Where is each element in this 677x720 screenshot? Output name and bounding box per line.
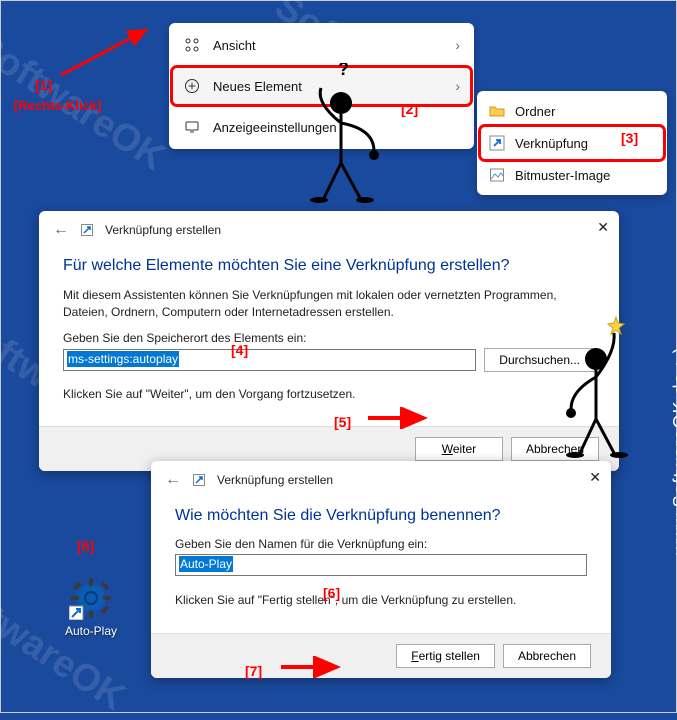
submenu-item-label: Ordner	[515, 104, 555, 119]
close-button[interactable]: ✕	[589, 469, 601, 486]
chevron-right-icon: ›	[455, 78, 460, 94]
location-input[interactable]: ms-settings:autoplay	[63, 349, 476, 371]
dialog-footer: Fertig stellen Abbrechen	[151, 633, 611, 678]
cancel-button[interactable]: Abbrechen	[503, 644, 591, 668]
next-button[interactable]: Weiter	[415, 437, 503, 461]
dialog-title: Verknüpfung erstellen	[217, 473, 333, 487]
shortcut-small-icon	[193, 474, 205, 486]
submenu-item-label: Verknüpfung	[515, 136, 588, 151]
dialog-hint: Klicken Sie auf "Weiter", um den Vorgang…	[63, 386, 595, 403]
location-label: Geben Sie den Speicherort des Elements e…	[63, 331, 595, 345]
dialog-titlebar: ← Verknüpfung erstellen	[39, 211, 619, 243]
anno-1: [1]	[35, 77, 52, 93]
settings-gear-icon	[69, 576, 113, 620]
view-icon	[183, 36, 201, 54]
chevron-right-icon: ›	[455, 37, 460, 53]
submenu-item-shortcut[interactable]: Verknüpfung	[481, 127, 663, 159]
menu-item-label: Ansicht	[213, 38, 256, 53]
anno-1b: [Rechts-Klick]	[14, 98, 101, 113]
separator	[177, 106, 466, 107]
source-label: www.SoftwareOK.de :-)	[670, 346, 677, 554]
anno-8: [8]	[77, 538, 94, 554]
dialog-desc: Mit diesem Assistenten können Sie Verknü…	[63, 287, 595, 321]
browse-button[interactable]: Durchsuchen...	[484, 348, 595, 372]
context-submenu-new: Ordner Verknüpfung Bitmuster-Image	[477, 91, 667, 195]
shortcut-small-icon	[81, 224, 93, 236]
dialog-titlebar: ← Verknüpfung erstellen	[151, 461, 611, 493]
dialog-heading: Wie möchten Sie die Verknüpfung benennen…	[175, 507, 587, 525]
name-input[interactable]: Auto-Play	[175, 554, 587, 576]
back-button[interactable]: ←	[53, 221, 69, 239]
name-label: Geben Sie den Namen für die Verknüpfung …	[175, 537, 587, 551]
folder-icon	[489, 103, 505, 119]
dialog-hint: Klicken Sie auf "Fertig stellen", um die…	[175, 592, 587, 609]
menu-item-label: Neues Element	[213, 79, 302, 94]
dialog-heading: Für welche Elemente möchten Sie eine Ver…	[63, 257, 595, 275]
cancel-button[interactable]: Abbrechen	[511, 437, 599, 461]
menu-item-view[interactable]: Ansicht ›	[173, 27, 470, 63]
desktop-icon-label: Auto-Play	[61, 624, 121, 638]
create-shortcut-dialog-name: ✕ ← Verknüpfung erstellen Wie möchten Si…	[151, 461, 611, 678]
image-icon	[489, 167, 505, 183]
arrow-1	[51, 25, 161, 85]
close-button[interactable]: ✕	[597, 219, 609, 236]
menu-item-new[interactable]: Neues Element ›	[173, 68, 470, 104]
separator	[177, 65, 466, 66]
shortcut-icon	[489, 135, 505, 151]
create-shortcut-dialog-location: ✕ ← Verknüpfung erstellen Für welche Ele…	[39, 211, 619, 471]
menu-item-display[interactable]: Anzeigeeinstellungen	[173, 109, 470, 145]
finish-button[interactable]: Fertig stellen	[396, 644, 495, 668]
back-button[interactable]: ←	[165, 471, 181, 489]
submenu-item-bitmap[interactable]: Bitmuster-Image	[481, 159, 663, 191]
submenu-item-label: Bitmuster-Image	[515, 168, 610, 183]
dialog-title: Verknüpfung erstellen	[105, 223, 221, 237]
plus-icon	[183, 77, 201, 95]
display-settings-icon	[183, 118, 201, 136]
context-menu: Ansicht › Neues Element › Anzeigeeinstel…	[169, 23, 474, 149]
submenu-item-folder[interactable]: Ordner	[481, 95, 663, 127]
desktop-shortcut-autoplay[interactable]: Auto-Play	[61, 576, 121, 638]
menu-item-label: Anzeigeeinstellungen	[213, 120, 337, 135]
